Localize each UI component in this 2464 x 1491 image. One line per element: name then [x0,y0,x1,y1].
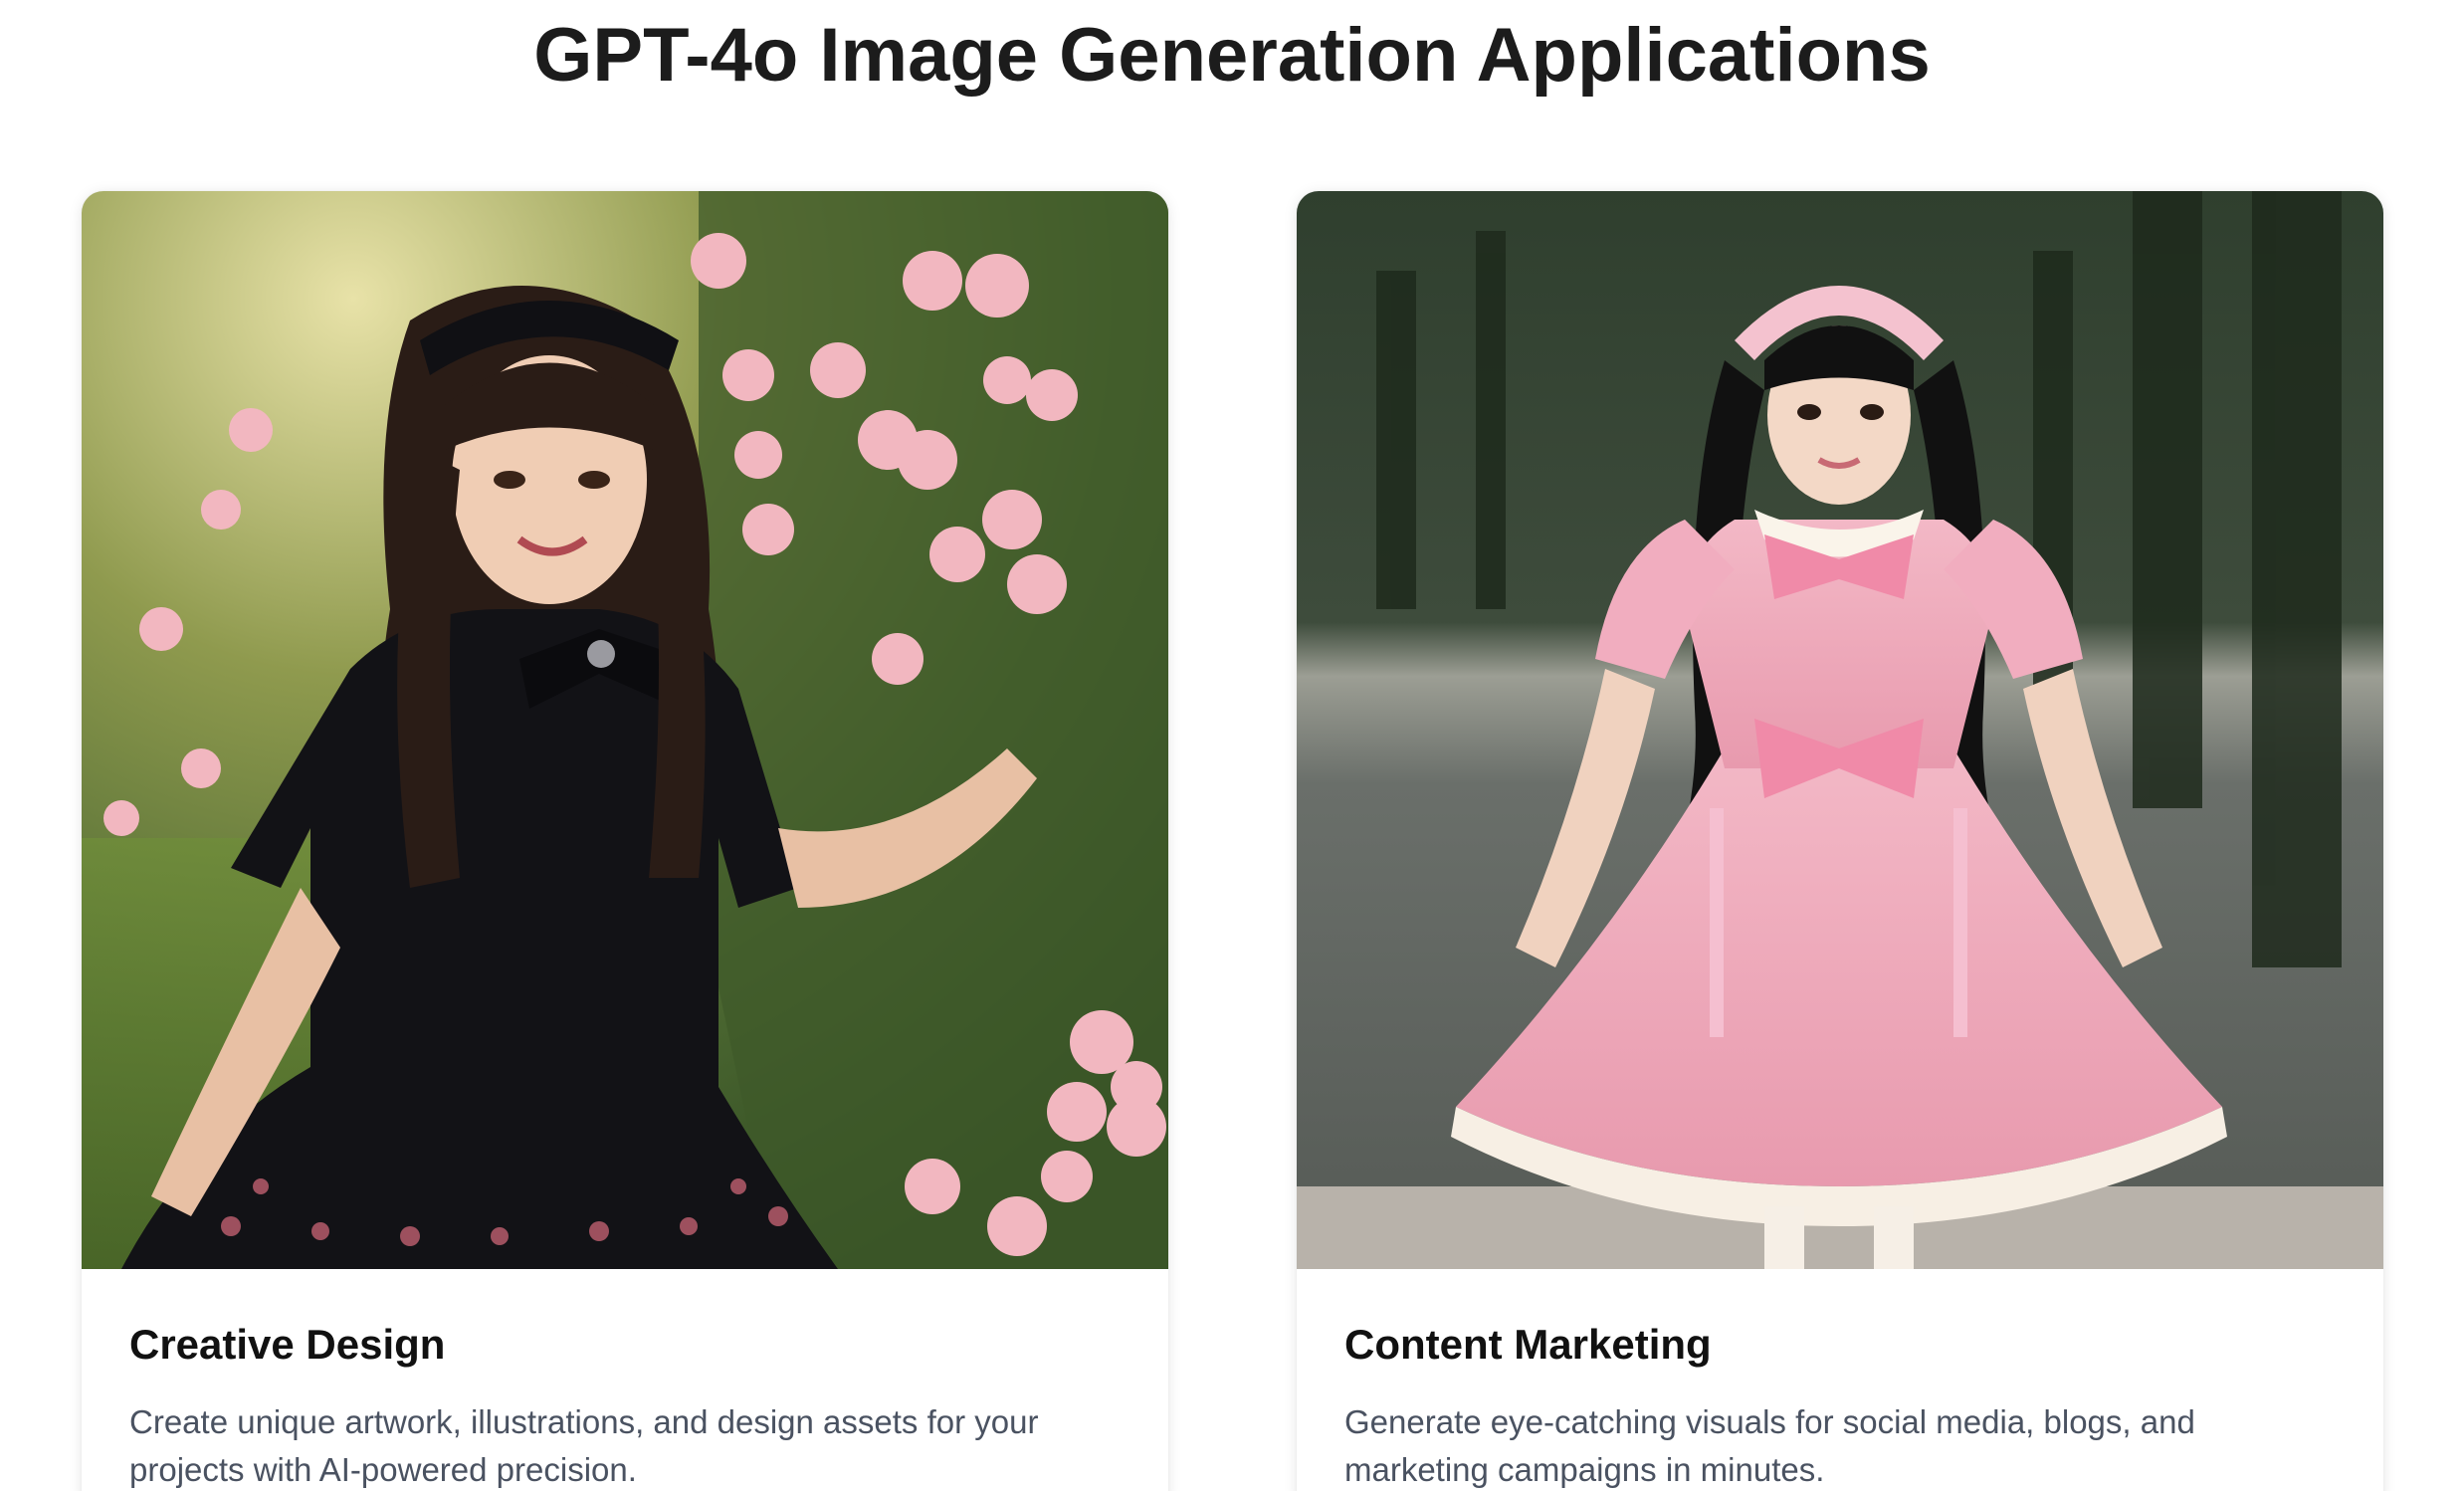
application-card-content-marketing[interactable]: Content Marketing Generate eye-catching … [1297,191,2383,1491]
card-title: Content Marketing [1344,1321,1712,1368]
card-body: Creative Design Create unique artwork, i… [82,1269,1168,1491]
page: GPT-4o Image Generation Applications Cre… [0,0,2464,1491]
card-image [82,191,1168,1269]
card-description: Generate eye-catching visuals for social… [1344,1403,2195,1488]
card-body: Content Marketing Generate eye-catching … [1297,1269,2383,1491]
card-image [1297,191,2383,1269]
pink-dress-photo [1297,191,2383,1269]
card-title: Creative Design [129,1321,446,1368]
page-title: GPT-4o Image Generation Applications [533,13,1931,98]
card-description: Create unique artwork, illustrations, an… [129,1403,1039,1488]
application-card-creative-design[interactable]: Creative Design Create unique artwork, i… [82,191,1168,1491]
gothic-dress-photo [82,191,1168,1269]
